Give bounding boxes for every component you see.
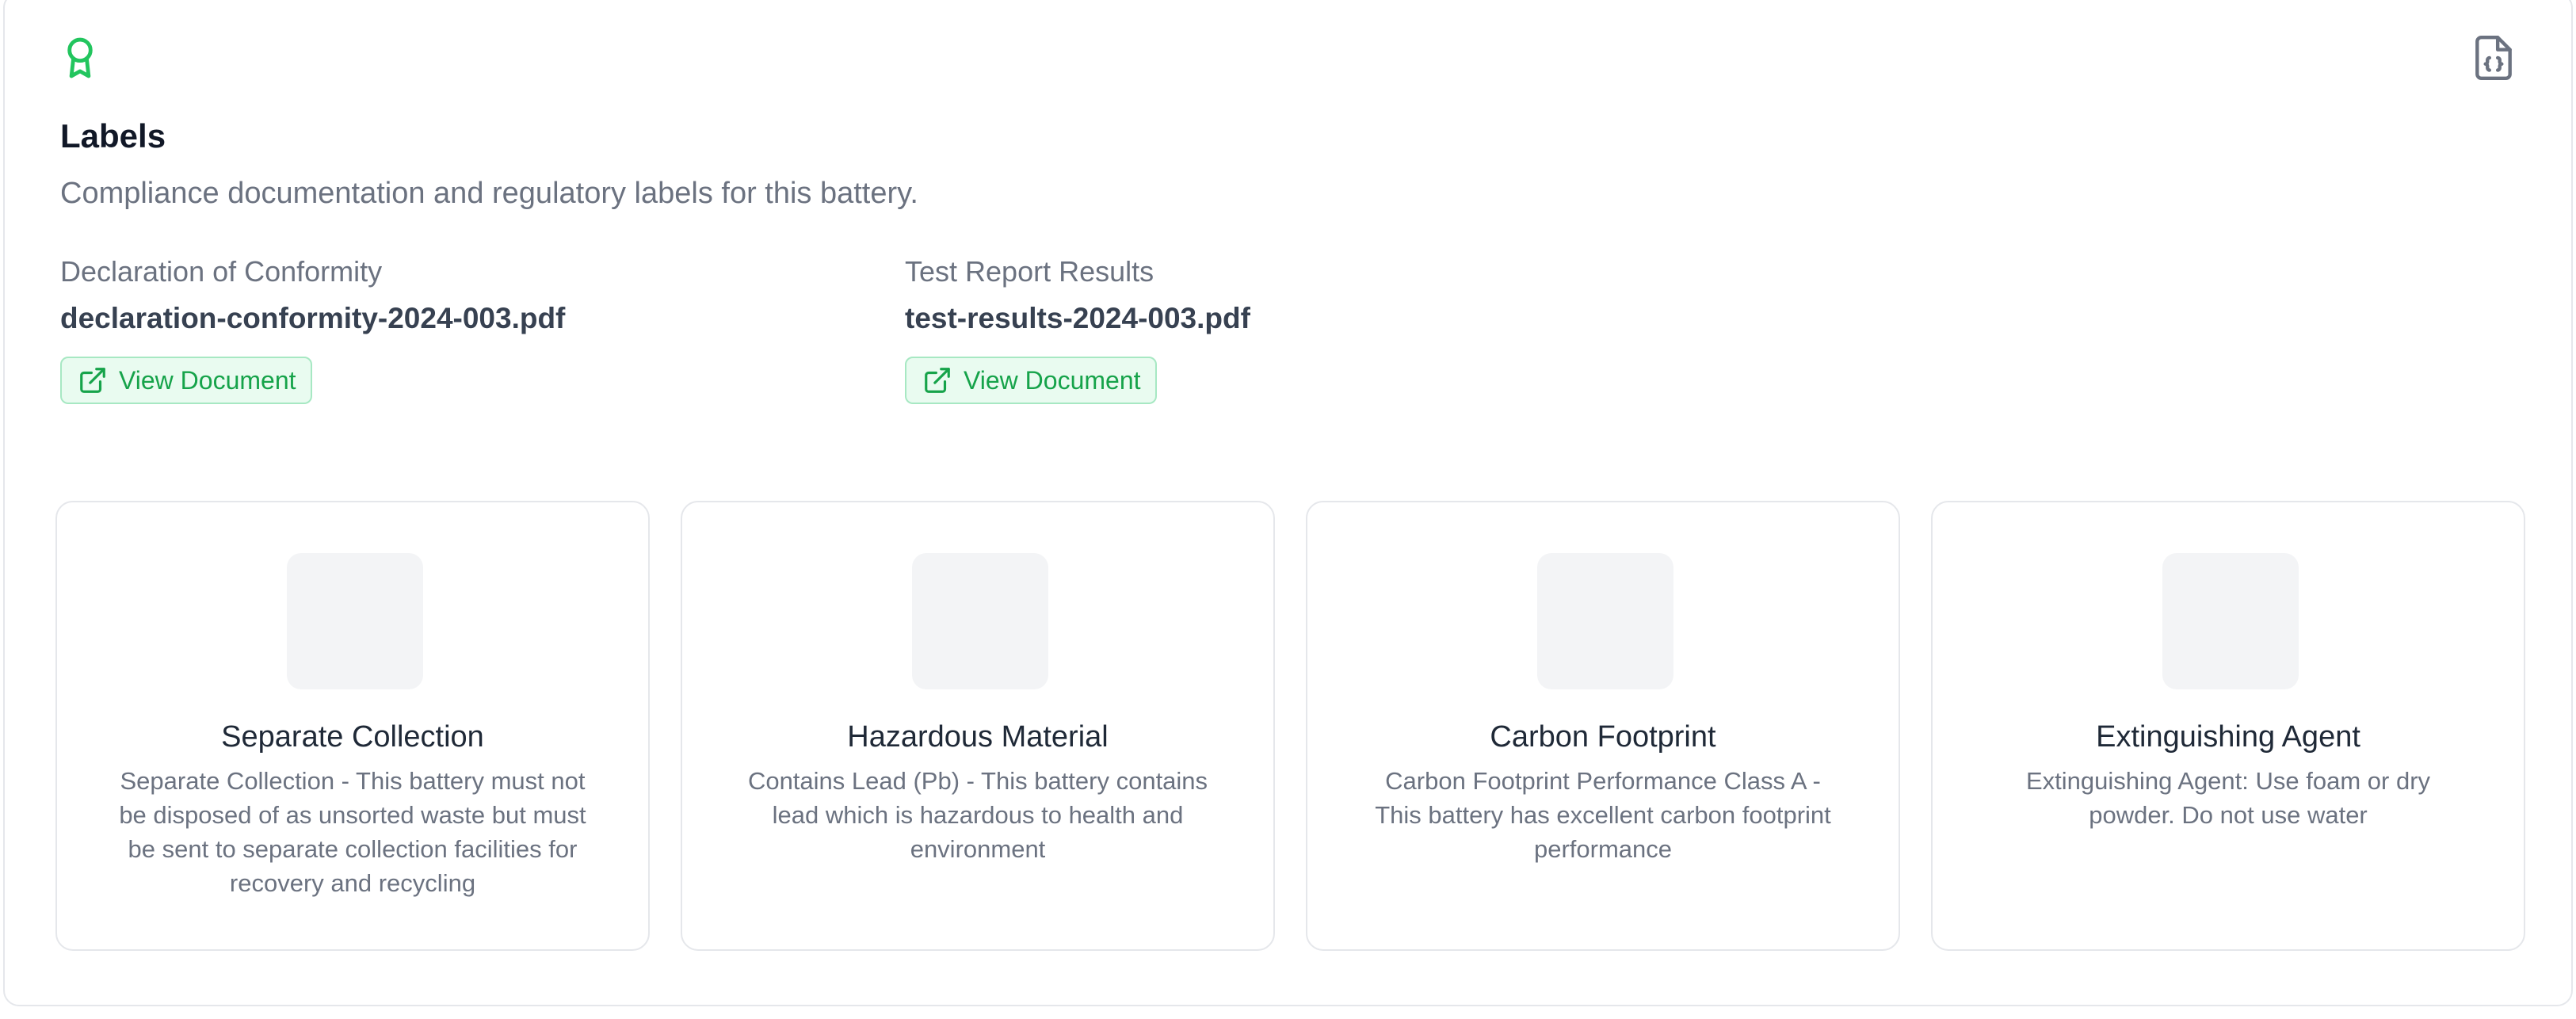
document-label: Declaration of Conformity bbox=[60, 255, 383, 288]
section-subtitle: Compliance documentation and regulatory … bbox=[60, 177, 918, 210]
label-card-title: Separate Collection bbox=[221, 720, 484, 754]
label-card-description: Carbon Footprint Performance Class A - T… bbox=[1375, 767, 1831, 863]
label-card-title: Carbon Footprint bbox=[1490, 720, 1716, 754]
external-link-icon bbox=[80, 368, 105, 393]
award-ribbon-icon bbox=[67, 37, 93, 78]
label-card-description: Extinguishing Agent: Use foam or dry pow… bbox=[2025, 767, 2431, 829]
section-title: Labels bbox=[60, 117, 166, 155]
label-card-separate-collection: Separate Collection Separate Collection … bbox=[55, 501, 650, 951]
document-test-report-results: Test Report Results test-results-2024-00… bbox=[905, 252, 1250, 404]
document-filename: declaration-conformity-2024-003.pdf bbox=[60, 302, 566, 334]
label-image-placeholder bbox=[287, 553, 423, 689]
document-filename: test-results-2024-003.pdf bbox=[905, 302, 1250, 334]
label-card-title: Extinguishing Agent bbox=[2096, 720, 2360, 754]
label-card-carbon-footprint: Carbon Footprint Carbon Footprint Perfor… bbox=[1306, 501, 1900, 951]
document-declaration-of-conformity: Declaration of Conformity declaration-co… bbox=[60, 252, 565, 404]
external-link-icon bbox=[925, 368, 950, 393]
view-document-button[interactable]: View Document bbox=[905, 357, 1157, 404]
label-image-placeholder bbox=[2162, 553, 2299, 689]
label-image-placeholder bbox=[912, 553, 1048, 689]
label-card-title: Hazardous Material bbox=[847, 720, 1109, 754]
label-card-description: Contains Lead (Pb) - This battery contai… bbox=[747, 767, 1208, 863]
label-card-extinguishing-agent: Extinguishing Agent Extinguishing Agent:… bbox=[1931, 501, 2525, 951]
label-card-description: Separate Collection - This battery must … bbox=[119, 767, 586, 897]
label-card-hazardous-material: Hazardous Material Contains Lead (Pb) - … bbox=[681, 501, 1275, 951]
document-label: Test Report Results bbox=[905, 255, 1154, 288]
label-image-placeholder bbox=[1537, 553, 1673, 689]
labels-panel: Labels Compliance documentation and regu… bbox=[3, 0, 2573, 1006]
file-json-icon[interactable] bbox=[2469, 33, 2518, 82]
view-document-label: View Document bbox=[964, 366, 1141, 395]
view-document-label: View Document bbox=[119, 366, 296, 395]
view-document-button[interactable]: View Document bbox=[60, 357, 312, 404]
